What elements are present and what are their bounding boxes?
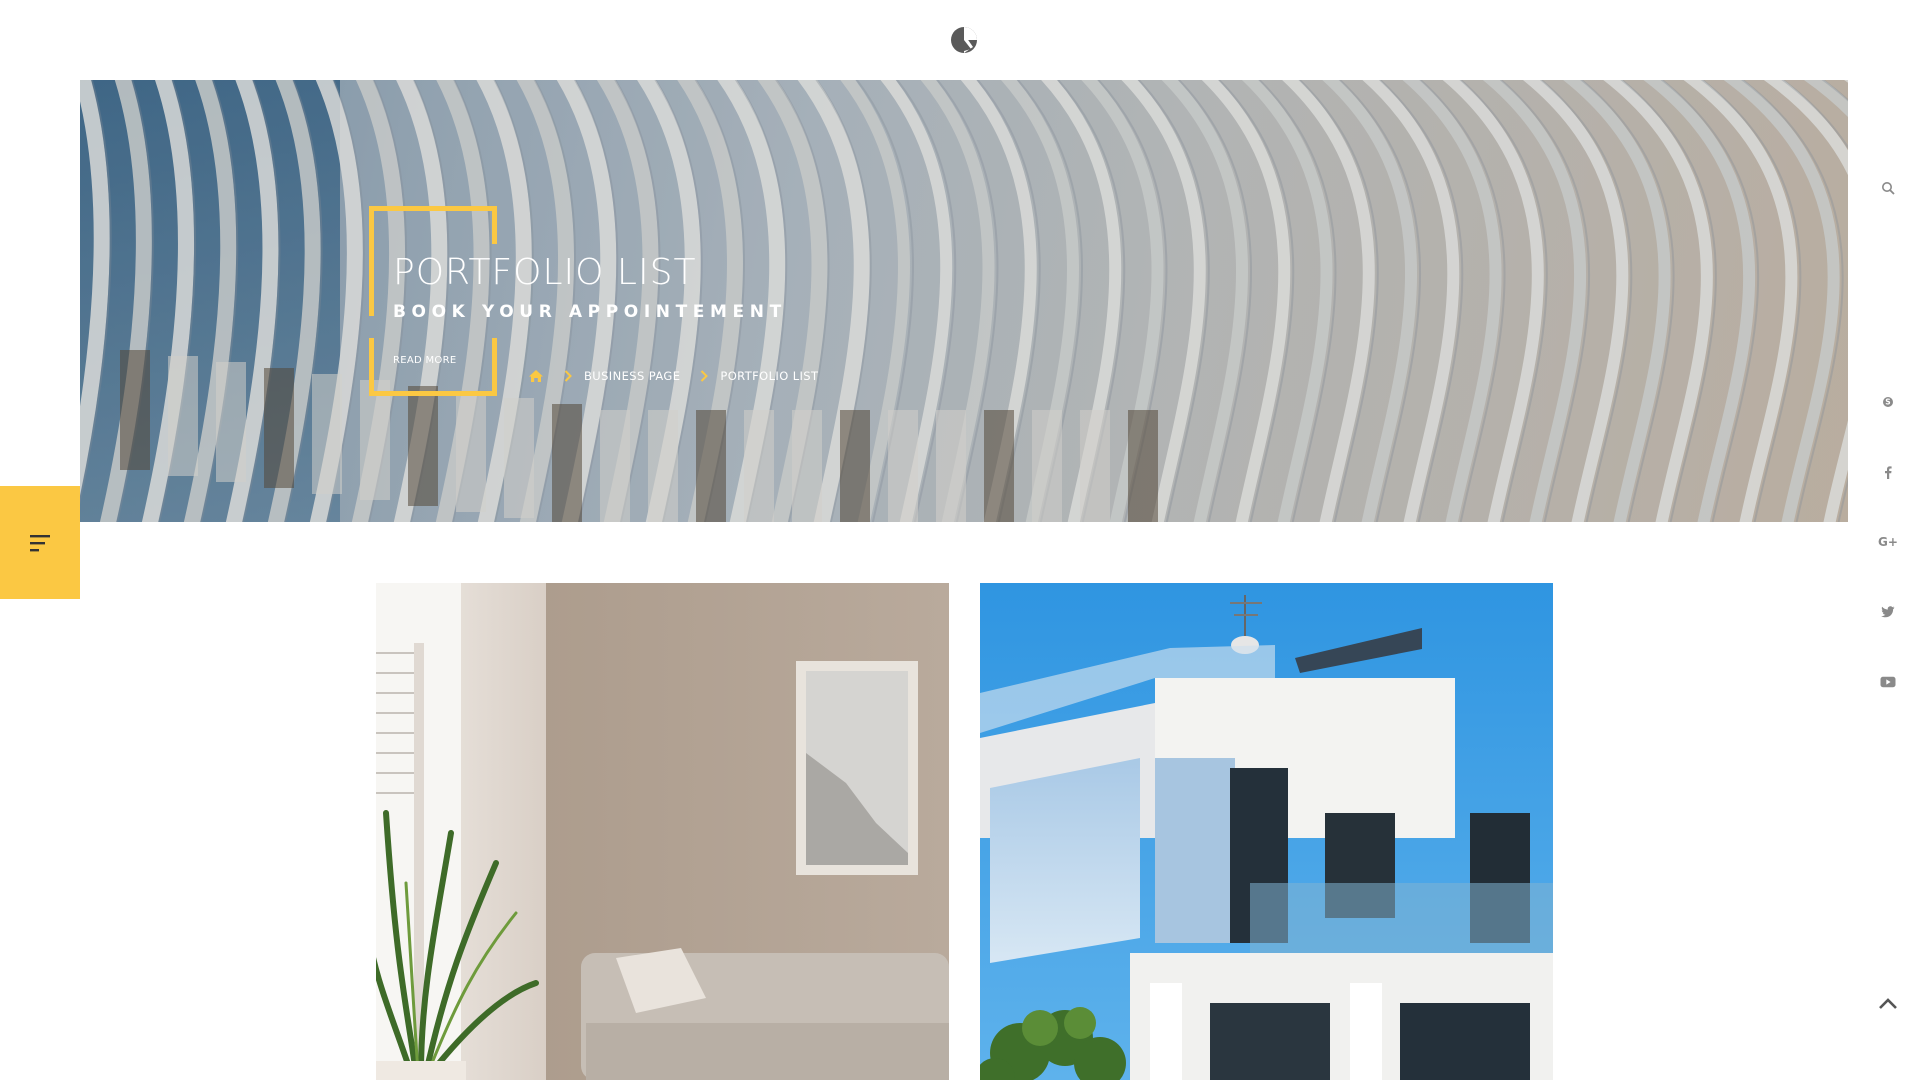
portfolio-grid (80, 522, 1848, 1080)
modern-white-house-image (980, 583, 1553, 1080)
google-plus-icon[interactable]: G+ (1878, 532, 1898, 552)
twitter-icon[interactable] (1878, 602, 1898, 622)
side-menu-toggle[interactable] (0, 486, 80, 599)
breadcrumb-item-portfolio-list: PORTFOLIO LIST (720, 369, 819, 383)
facebook-icon[interactable] (1878, 462, 1898, 482)
skype-icon[interactable]: S (1878, 392, 1898, 412)
hero-overlay (80, 80, 1848, 522)
site-logo-icon[interactable] (949, 25, 979, 55)
scroll-top-icon[interactable] (1878, 994, 1898, 1014)
youtube-icon[interactable] (1878, 672, 1898, 692)
home-icon[interactable] (528, 369, 544, 383)
chevron-right-icon (700, 370, 709, 382)
page: PORTFOLIO LIST BOOK YOUR APPOINTEMENT RE… (0, 0, 1920, 1080)
portfolio-item[interactable] (980, 583, 1553, 1080)
hero-banner: PORTFOLIO LIST BOOK YOUR APPOINTEMENT RE… (80, 80, 1848, 522)
search-icon[interactable] (1878, 178, 1898, 198)
page-title: PORTFOLIO LIST (393, 252, 697, 293)
site-header (80, 0, 1848, 80)
portfolio-item[interactable] (376, 583, 949, 1080)
breadcrumb-item-business-page[interactable]: BUSINESS PAGE (584, 369, 680, 383)
read-more-link[interactable]: READ MORE (393, 355, 456, 366)
title-accent-frame (369, 206, 497, 396)
menu-lines-icon (28, 532, 52, 554)
chevron-right-icon (564, 370, 572, 382)
breadcrumb: BUSINESS PAGE PORTFOLIO LIST (528, 369, 818, 383)
interior-living-room-image (376, 583, 949, 1080)
svg-text:S: S (1885, 398, 1890, 407)
page-subtitle: BOOK YOUR APPOINTEMENT (393, 302, 787, 322)
